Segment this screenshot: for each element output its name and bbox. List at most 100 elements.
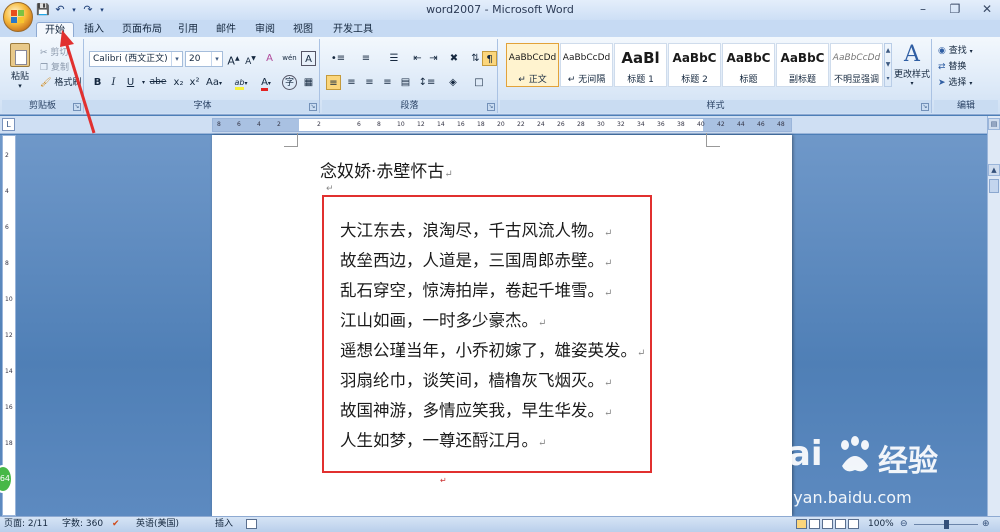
vertical-ruler[interactable]: 2468101214161820 (2, 135, 16, 516)
insert-mode[interactable]: 插入 (215, 517, 233, 532)
ruler-tick: 18 (477, 121, 485, 128)
change-styles-button[interactable]: A 更改样式 ▾ (894, 43, 930, 88)
tab-references[interactable]: 引用 (170, 22, 206, 38)
ruler-tick: 38 (677, 121, 685, 128)
poem-line[interactable]: 大江东去，浪淘尽，千古风流人物。↵ (340, 217, 612, 241)
paragraph-group: •≡ ≡ ☰ ⇤ ⇥ ✖ ⇅ ¶ ≡ ≡ ≡ ≡ ▤ ↕≡ ◈ □ 段落 ↘ (322, 39, 498, 113)
align-right-button[interactable]: ≡ (362, 75, 377, 90)
style-heading-2[interactable]: AaBbC 标题 2 (668, 43, 721, 87)
tab-page-layout[interactable]: 页面布局 (114, 22, 170, 38)
font-color-button[interactable]: A▾ (256, 75, 276, 91)
sort-button[interactable]: ⇅ (468, 51, 483, 66)
borders-button[interactable]: □ (468, 75, 490, 90)
view-buttons[interactable] (796, 519, 876, 530)
ruler-tick: 16 (457, 121, 465, 128)
numbering-button[interactable]: ≡ (354, 51, 378, 66)
paste-button[interactable]: 粘贴 ▾ (8, 43, 32, 90)
window-title: word2007 - Microsoft Word (426, 3, 574, 16)
ruler-tick: 2 (5, 152, 9, 159)
poem-line[interactable]: 遥想公瑾当年，小乔初嫁了，雄姿英发。↵ (340, 337, 645, 361)
poem-line[interactable]: 羽扇纶巾，谈笑间，樯橹灰飞烟灭。↵ (340, 367, 612, 391)
distributed-button[interactable]: ▤ (398, 75, 413, 90)
line-spacing-button[interactable]: ↕≡ (416, 75, 438, 90)
document-page[interactable]: 念奴娇·赤壁怀古↵ ↵ 大江东去，浪淘尽，千古风流人物。↵ 故垒西边，人道是，三… (212, 133, 792, 516)
bullets-button[interactable]: •≡ (326, 51, 350, 66)
replace-button[interactable]: ⇄ 替换 (938, 59, 966, 72)
ruler-left-margin (213, 119, 299, 131)
find-button[interactable]: ◉ 查找 ▾ (938, 43, 973, 56)
highlight-button[interactable]: ab▾ (230, 75, 252, 90)
tab-view[interactable]: 视图 (285, 22, 321, 38)
document-title[interactable]: 念奴娇·赤壁怀古↵ (320, 157, 453, 182)
char-shading-button[interactable]: ▦ (301, 75, 316, 90)
poem-line[interactable]: 故国神游，多情应笑我，早生华发。↵ (340, 397, 612, 421)
scroll-thumb[interactable] (989, 179, 999, 193)
multilevel-list-button[interactable]: ☰ (382, 51, 406, 66)
poem-line[interactable]: 乱石穿空，惊涛拍岸，卷起千堆雪。↵ (340, 277, 612, 301)
zoom-in-icon[interactable]: ⊕ (982, 517, 990, 532)
close-button[interactable]: ✕ (980, 2, 994, 16)
subscript-button[interactable]: x₂ (171, 75, 186, 90)
enclose-char-button[interactable]: 字 (282, 75, 297, 90)
restore-button[interactable]: ❐ (948, 2, 962, 16)
ruler-tick: 32 (617, 121, 625, 128)
language-indicator[interactable]: 英语(美国) (136, 517, 179, 532)
zoom-out-icon[interactable]: ⊖ (900, 517, 908, 532)
chevron-down-icon: ▾ (267, 80, 271, 87)
page-count[interactable]: 页面: 2/11 (4, 517, 48, 532)
style-heading-1[interactable]: AaBl 标题 1 (614, 43, 667, 87)
macro-recording-icon[interactable] (246, 519, 257, 529)
char-border-button[interactable]: A (301, 51, 316, 66)
italic-button[interactable]: I (106, 75, 121, 90)
tab-mailings[interactable]: 邮件 (208, 22, 244, 38)
style-title[interactable]: AaBbC 标题 (722, 43, 775, 87)
ruler-tick: 30 (597, 121, 605, 128)
phonetic-guide-button[interactable]: wén (282, 51, 297, 66)
shrink-font-button[interactable]: A▼ (243, 51, 258, 67)
change-case-button[interactable]: Aa▾ (204, 75, 224, 90)
proofing-icon[interactable]: ✔ (112, 517, 120, 532)
zoom-level[interactable]: 100% (868, 517, 894, 532)
style-subtle-emphasis[interactable]: AaBbCcDd 不明显强调 (830, 43, 883, 87)
poem-line[interactable]: 江山如画，一时多少豪杰。↵ (340, 307, 546, 331)
ruler-tick: 2 (317, 121, 321, 128)
select-button[interactable]: ➤ 选择 ▾ (938, 75, 972, 88)
ruler-tick: 8 (377, 121, 381, 128)
decrease-indent-button[interactable]: ⇤ (410, 51, 425, 66)
ruler-tick: 12 (417, 121, 425, 128)
launcher-icon[interactable]: ↘ (309, 103, 317, 111)
minimize-button[interactable]: – (916, 2, 930, 16)
scroll-up-button[interactable]: ▲ (988, 164, 1000, 176)
ruler-tick: 6 (357, 121, 361, 128)
paragraph-group-label: 段落 (322, 100, 497, 113)
clear-format-button[interactable]: A (262, 51, 277, 66)
poem-line[interactable]: 故垒西边，人道是，三国周郎赤壁。↵ (340, 247, 612, 271)
zoom-slider-thumb[interactable] (944, 520, 949, 529)
tab-review[interactable]: 审阅 (247, 22, 283, 38)
show-marks-button[interactable]: ¶ (482, 51, 497, 66)
shading-button[interactable]: ◈ (442, 75, 464, 90)
ruler-toggle-icon[interactable]: ▤ (988, 118, 1000, 130)
launcher-icon[interactable]: ↘ (487, 103, 495, 111)
tab-developer[interactable]: 开发工具 (325, 22, 381, 38)
superscript-button[interactable]: x² (187, 75, 202, 90)
style-subtitle[interactable]: AaBbC 副标题 (776, 43, 829, 87)
grow-font-button[interactable]: A▲ (226, 51, 241, 68)
word-count[interactable]: 字数: 360 (62, 517, 103, 532)
increase-indent-button[interactable]: ⇥ (426, 51, 441, 66)
justify-button[interactable]: ≡ (380, 75, 395, 90)
align-center-button[interactable]: ≡ (344, 75, 359, 90)
tab-selector[interactable]: L (2, 118, 15, 131)
office-button[interactable] (3, 2, 33, 32)
styles-scroll[interactable]: ▲ ▼ ▾ (884, 43, 892, 87)
launcher-icon[interactable]: ↘ (921, 103, 929, 111)
poem-line[interactable]: 人生如梦，一尊还酹江月。↵ (340, 427, 546, 451)
chinese-layout-button[interactable]: ✖ (444, 51, 464, 66)
align-left-button[interactable]: ≡ (326, 75, 341, 90)
font-group-label: 字体 (86, 100, 319, 113)
strikethrough-button[interactable]: abe (148, 75, 168, 90)
font-size-select[interactable]: 20 ▾ (185, 51, 223, 67)
style-normal[interactable]: AaBbCcDd ↵ 正文 (506, 43, 559, 87)
horizontal-ruler[interactable]: 8 6 4 2 2 6 8 10 12 14 16 18 20 22 24 26 28 30 32 34 36 38 40 4… (212, 118, 792, 132)
style-no-spacing[interactable]: AaBbCcDd ↵ 无间隔 (560, 43, 613, 87)
